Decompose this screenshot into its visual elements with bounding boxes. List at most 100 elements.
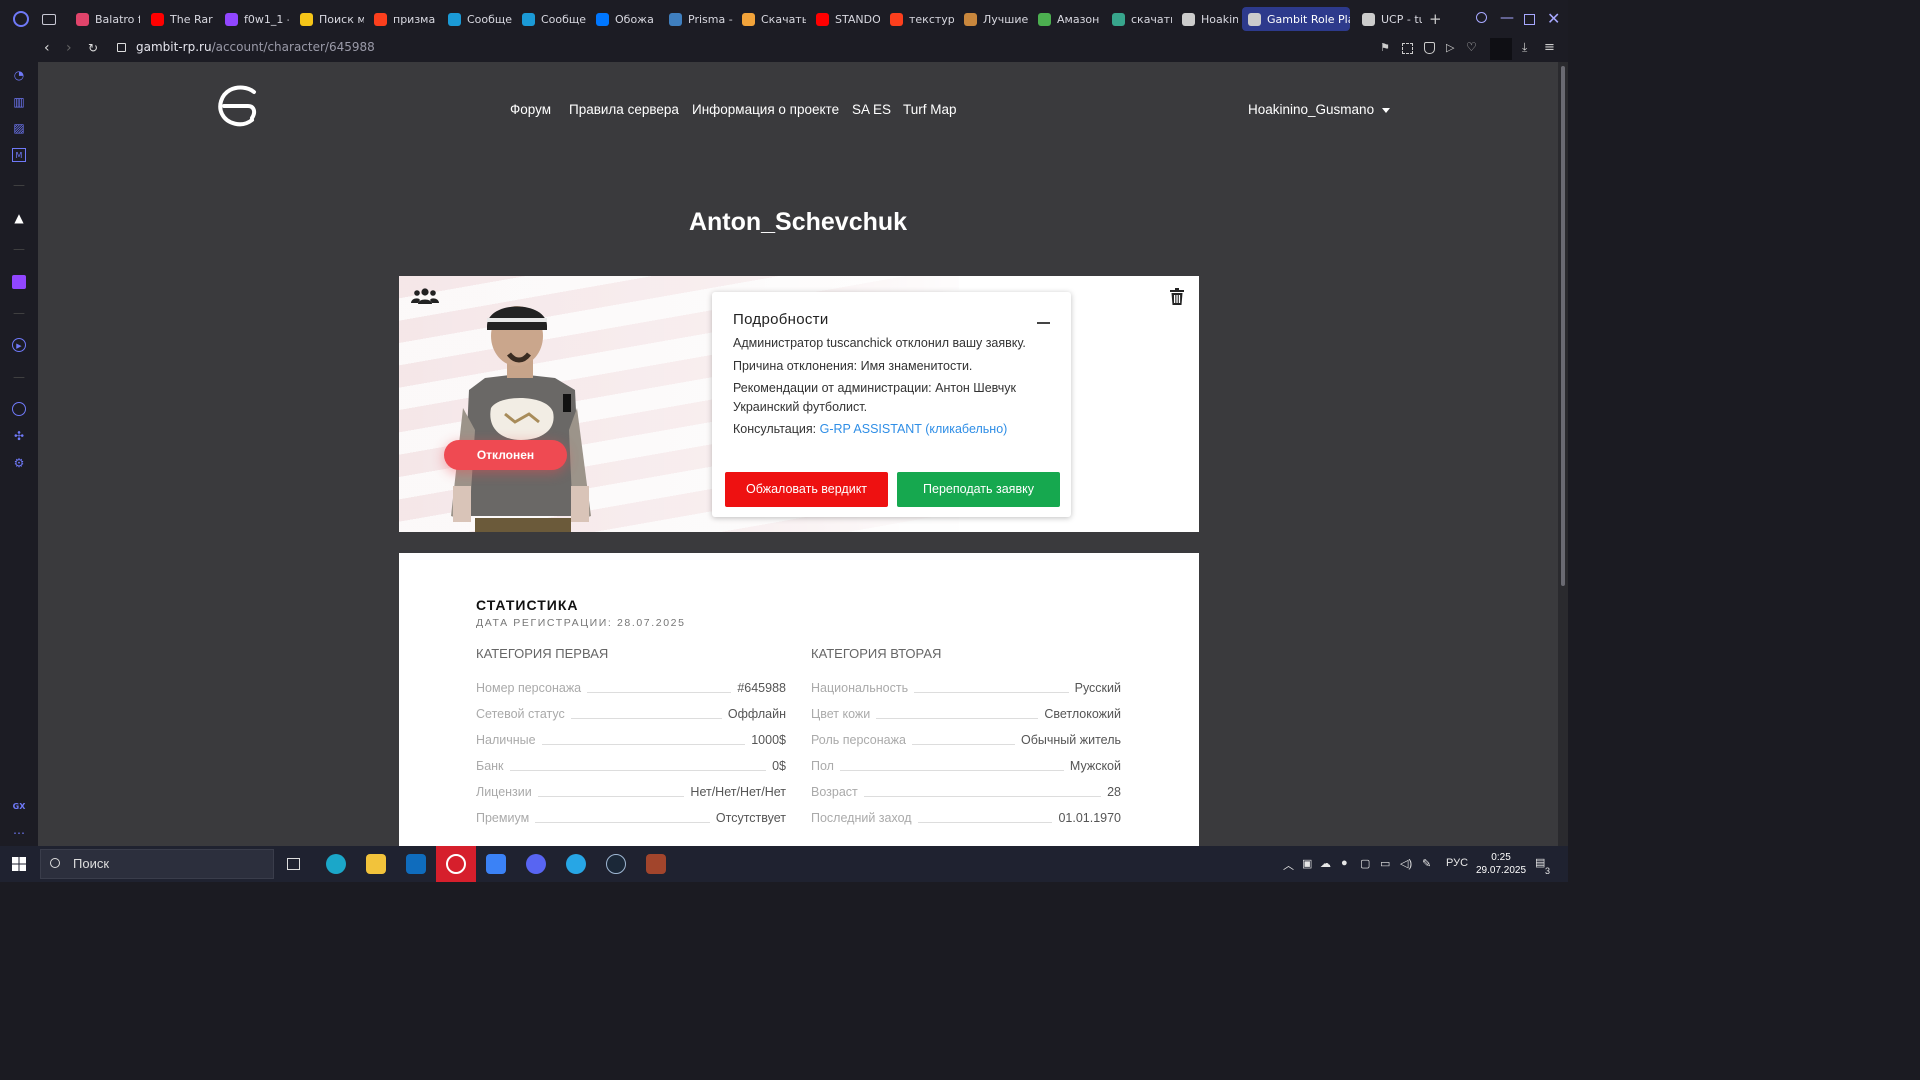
stat-row: Банк 0$ [476, 755, 786, 773]
tab-favicon-icon [1248, 12, 1261, 26]
download-icon[interactable]: ⤓ [1522, 40, 1527, 55]
nav-item[interactable]: Форум [510, 102, 551, 117]
collapse-icon[interactable] [1037, 322, 1050, 324]
pen-icon[interactable]: ✎ [1422, 857, 1431, 870]
aria-icon[interactable]: ▲ [12, 211, 26, 225]
tab-label: Hoakini [1201, 12, 1238, 26]
notifications-icon[interactable]: ▤ [1535, 856, 1545, 869]
telegram-icon[interactable] [566, 854, 586, 874]
store-icon[interactable] [486, 854, 506, 874]
browser-tab[interactable]: Амазон [1032, 7, 1102, 31]
twitch-icon[interactable] [12, 275, 26, 289]
maximize-button[interactable] [1524, 14, 1535, 25]
opera-logo-icon[interactable] [13, 11, 29, 27]
forward-icon[interactable]: › [66, 40, 72, 56]
nav-item[interactable]: Информация о проекте [692, 102, 839, 117]
stat-value: #645988 [737, 681, 786, 695]
stat-leader-line [839, 770, 1064, 771]
details-recommendation-line: Рекомендации от администрации: Антон Шев… [733, 381, 1016, 414]
browser-tab[interactable]: UCP - tu [1356, 7, 1422, 31]
store-icon[interactable]: ▥ [12, 95, 26, 109]
browser-tab[interactable]: скачать [1106, 7, 1172, 31]
player-icon[interactable]: ▶ [12, 338, 26, 352]
browser-tab[interactable]: Prisma - [663, 7, 733, 31]
close-window-button[interactable]: ✕ [1547, 9, 1560, 28]
stat-value: 0$ [772, 759, 786, 773]
stat-label: Сетевой статус [476, 707, 565, 721]
browser-tab[interactable]: Поиск м [294, 7, 364, 31]
browser-tab[interactable]: призма [368, 7, 438, 31]
outlook-icon[interactable] [406, 854, 426, 874]
history-icon[interactable] [12, 402, 26, 416]
steam-icon[interactable] [606, 854, 626, 874]
windows-start-icon[interactable] [12, 857, 26, 871]
volume-icon[interactable]: ◁) [1400, 857, 1412, 870]
tab-favicon-icon [448, 12, 461, 26]
browser-tab[interactable]: The Rar [145, 7, 215, 31]
minimize-button[interactable]: — [1500, 10, 1514, 26]
search-tabs-icon[interactable] [1476, 12, 1487, 23]
bookmark-icon[interactable]: ⚑ [1380, 41, 1390, 54]
onedrive-icon[interactable]: ☁ [1320, 857, 1331, 870]
file-explorer-icon[interactable] [366, 854, 386, 874]
task-view-icon[interactable] [287, 858, 300, 870]
user-menu[interactable]: Hoakinino_Gusmano [1248, 102, 1391, 117]
page-scrollbar[interactable] [1558, 62, 1568, 846]
nav-item[interactable]: SA ES [852, 102, 891, 117]
browser-tab[interactable]: STANDO [810, 7, 880, 31]
browser-tab[interactable]: Gambit Role Pla [1242, 7, 1350, 31]
extensions-icon[interactable]: ✣ [12, 429, 26, 443]
opera-gx-icon [446, 854, 466, 874]
browser-tab[interactable]: f0w1_1 - [219, 7, 289, 31]
network-icon[interactable]: ▭ [1380, 857, 1390, 870]
nav-item[interactable]: Turf Map [903, 102, 957, 117]
adblock-icon[interactable] [1424, 42, 1435, 54]
tab-favicon-icon [374, 12, 387, 26]
heart-icon[interactable]: ♡ [1466, 40, 1477, 54]
more-icon[interactable]: ⋯ [12, 826, 26, 840]
snapshot-icon[interactable] [1402, 43, 1413, 54]
clock[interactable]: 0:25 29.07.2025 [1476, 851, 1526, 877]
new-tab-button[interactable]: + [1429, 10, 1442, 28]
back-icon[interactable]: ‹ [44, 40, 50, 56]
stat-value: Обычный житель [1021, 733, 1121, 747]
edge-icon[interactable] [326, 854, 346, 874]
resubmit-application-button[interactable]: Переподать заявку [897, 472, 1060, 507]
speed-dial-icon[interactable]: ◔ [12, 68, 26, 82]
gx-label-icon[interactable]: GX [12, 800, 26, 814]
browser-tab[interactable]: Скачать [736, 7, 806, 31]
browser-tab[interactable]: текстур [884, 7, 954, 31]
screen-icon[interactable]: ▢ [1360, 857, 1370, 870]
tray-app-icon[interactable]: ▣ [1302, 857, 1312, 870]
appeal-verdict-button[interactable]: Обжаловать вердикт [725, 472, 888, 507]
url-field[interactable]: gambit-rp.ru/account/character/645988 [136, 40, 375, 54]
scrollbar-thumb[interactable] [1561, 66, 1565, 586]
browser-tab[interactable]: Hoakini [1176, 7, 1238, 31]
assistant-link[interactable]: G-RP ASSISTANT (кликабельно) [820, 422, 1008, 436]
browser-tab[interactable]: Сообще [516, 7, 586, 31]
taskbar-search-input[interactable]: Поиск [40, 849, 274, 879]
menu-icon[interactable]: ≡ [1544, 40, 1555, 55]
tab-manager-icon[interactable] [42, 14, 56, 25]
reload-icon[interactable]: ↻ [88, 41, 98, 55]
browser-tab[interactable]: Лучшие [958, 7, 1028, 31]
tray-chevron-icon[interactable]: ︿ [1283, 857, 1294, 873]
consult-label: Консультация: [733, 422, 817, 436]
trash-icon[interactable] [1170, 288, 1184, 305]
gx-corner-icon[interactable]: ▨ [12, 121, 26, 135]
stat-value: Русский [1074, 681, 1121, 695]
language-indicator[interactable]: РУС [1446, 857, 1468, 869]
game-icon[interactable] [646, 854, 666, 874]
browser-tab[interactable]: Сообще [442, 7, 512, 31]
browser-tab[interactable]: Balatro f [70, 7, 140, 31]
player-icon[interactable]: ▷ [1446, 41, 1454, 54]
messenger-icon[interactable]: M [12, 148, 26, 162]
settings-gear-icon[interactable]: ⚙ [12, 456, 26, 470]
stat-leader-line [917, 822, 1053, 823]
microphone-icon[interactable]: ● [1341, 857, 1348, 869]
browser-tab[interactable]: Обожа [590, 7, 660, 31]
gambit-logo-icon[interactable] [214, 84, 262, 130]
profile-avatar[interactable] [1490, 38, 1512, 60]
nav-item[interactable]: Правила сервера [569, 102, 679, 117]
discord-icon[interactable] [526, 854, 546, 874]
